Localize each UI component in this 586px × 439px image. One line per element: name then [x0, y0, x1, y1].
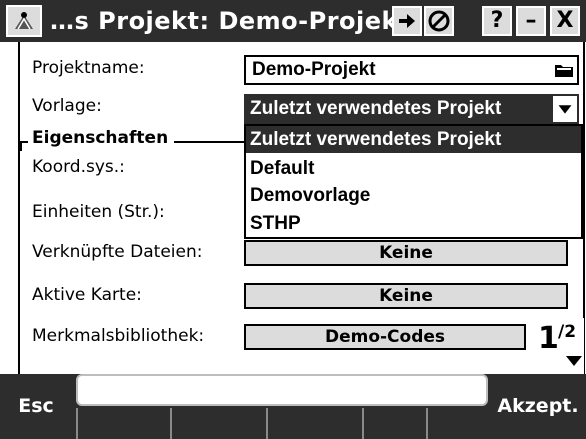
- page-total: /2: [558, 322, 577, 342]
- folder-icon[interactable]: [553, 59, 575, 81]
- einheiten-label: Einheiten (Str.):: [32, 202, 165, 222]
- accept-button[interactable]: Akzept.: [490, 374, 586, 439]
- bibliothek-label: Merkmalsbibliothek:: [32, 326, 205, 346]
- sensor-icon[interactable]: [424, 6, 454, 36]
- vorlage-dropdown-list: Zuletzt verwendetes Projekt Default Demo…: [244, 124, 583, 239]
- login-arrow-icon[interactable]: [392, 6, 422, 36]
- active-map-button[interactable]: Keine: [244, 283, 568, 309]
- softkey-4[interactable]: [362, 408, 426, 439]
- dropdown-option[interactable]: Demovorlage: [246, 182, 581, 209]
- page-current: 1: [538, 321, 559, 356]
- projektname-value: Demo-Projekt: [252, 59, 376, 80]
- vorlage-value: Zuletzt verwendetes Projekt: [250, 98, 502, 119]
- vorlage-select[interactable]: Zuletzt verwendetes Projekt: [244, 94, 579, 124]
- dropdown-option[interactable]: Zuletzt verwendetes Projekt: [246, 126, 581, 153]
- group-corner: [20, 141, 22, 151]
- dropdown-option[interactable]: Default: [246, 155, 581, 182]
- form-border-left: [18, 42, 20, 374]
- feature-library-button[interactable]: Demo-Codes: [244, 324, 526, 350]
- bottom-softkey-bar: Esc Akzept.: [0, 374, 586, 439]
- dateien-label: Verknüpfte Dateien:: [32, 242, 203, 262]
- softkey-5[interactable]: [426, 408, 490, 439]
- linked-files-button[interactable]: Keine: [244, 240, 568, 266]
- softkey-1[interactable]: [76, 408, 170, 439]
- app-menu-icon[interactable]: [6, 5, 42, 37]
- minimize-button[interactable]: –: [516, 6, 546, 36]
- page-indicator[interactable]: 1 /2: [532, 318, 584, 374]
- dropdown-option[interactable]: STHP: [246, 210, 581, 237]
- title-bar: …s Projekt: Demo-Projekt ? – X: [0, 0, 586, 42]
- projektname-label: Projektname:: [32, 58, 145, 78]
- vorlage-label: Vorlage:: [32, 96, 102, 116]
- close-button[interactable]: X: [550, 6, 580, 36]
- softkey-2[interactable]: [170, 408, 266, 439]
- help-button[interactable]: ?: [482, 6, 512, 36]
- chevron-down-icon[interactable]: [551, 96, 577, 122]
- esc-button[interactable]: Esc: [0, 374, 72, 439]
- status-input-strip[interactable]: [76, 374, 488, 406]
- softkey-3[interactable]: [266, 408, 362, 439]
- karte-label: Aktive Karte:: [32, 285, 142, 305]
- koordsys-label: Koord.sys.:: [32, 157, 125, 177]
- page-down-icon[interactable]: [564, 354, 584, 368]
- window-title: …s Projekt: Demo-Projekt: [50, 7, 410, 35]
- eigenschaften-heading: Eigenschaften: [28, 128, 175, 148]
- projektname-input[interactable]: Demo-Projekt: [244, 55, 579, 85]
